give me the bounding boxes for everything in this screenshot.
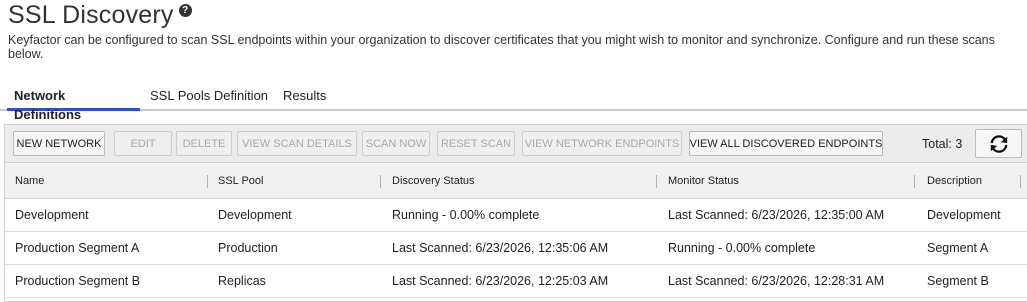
cell-ssl-pool: Replicas (218, 274, 266, 288)
table-row[interactable]: Development Development Running - 0.00% … (5, 199, 1027, 232)
tab-ssl-pools-definition[interactable]: SSL Pools Definition (143, 86, 275, 111)
column-header-name[interactable]: Name (15, 163, 44, 199)
page-description: Keyfactor can be configured to scan SSL … (8, 33, 995, 61)
table-row[interactable]: Production Segment A Production Last Sca… (5, 232, 1027, 265)
column-divider[interactable] (207, 175, 208, 188)
cell-monitor-status: Last Scanned: 6/23/2026, 12:35:00 AM (668, 208, 885, 222)
grid-toolbar: NEW NETWORK EDIT DELETE VIEW SCAN DETAIL… (5, 125, 1027, 163)
cell-name: Production Segment A (15, 241, 140, 255)
column-header-monitor-status[interactable]: Monitor Status (668, 163, 739, 199)
total-count: Total: 3 (922, 137, 963, 151)
cell-description: Segment B (927, 274, 989, 288)
tab-network-definitions[interactable]: Network Definitions (7, 86, 140, 122)
network-definitions-grid: NEW NETWORK EDIT DELETE VIEW SCAN DETAIL… (4, 124, 1027, 302)
edit-button[interactable]: EDIT (114, 131, 172, 156)
view-network-endpoints-button[interactable]: VIEW NETWORK ENDPOINTS (522, 131, 682, 156)
cell-description: Segment A (927, 241, 989, 255)
cell-ssl-pool: Production (218, 241, 278, 255)
cell-discovery-status: Running - 0.00% complete (392, 208, 540, 222)
cell-name: Development (15, 208, 89, 222)
page-title: SSL Discovery (8, 0, 174, 29)
column-divider[interactable] (380, 175, 381, 188)
tab-bar: Network Definitions SSL Pools Definition… (0, 83, 1027, 122)
refresh-button[interactable] (975, 129, 1022, 158)
column-header-description[interactable]: Description (927, 163, 982, 199)
cell-monitor-status: Last Scanned: 6/23/2026, 12:28:31 AM (668, 274, 885, 288)
column-divider[interactable] (656, 175, 657, 188)
tab-results[interactable]: Results (276, 86, 333, 111)
column-header-discovery-status[interactable]: Discovery Status (392, 163, 475, 199)
column-divider[interactable] (1020, 175, 1021, 188)
reset-scan-button[interactable]: RESET SCAN (437, 131, 515, 156)
help-icon[interactable]: ? (178, 4, 192, 17)
cell-name: Production Segment B (15, 274, 141, 288)
page-header: SSL Discovery ? (8, 0, 192, 30)
cell-description: Development (927, 208, 1001, 222)
scan-now-button[interactable]: SCAN NOW (362, 131, 430, 156)
cell-discovery-status: Last Scanned: 6/23/2026, 12:25:03 AM (392, 274, 609, 288)
delete-button[interactable]: DELETE (176, 131, 232, 156)
new-network-button[interactable]: NEW NETWORK (13, 131, 105, 156)
table-header: Name SSL Pool Discovery Status Monitor S… (5, 163, 1027, 199)
view-scan-details-button[interactable]: VIEW SCAN DETAILS (237, 131, 357, 156)
cell-ssl-pool: Development (218, 208, 292, 222)
cell-monitor-status: Running - 0.00% complete (668, 241, 816, 255)
column-divider[interactable] (914, 175, 915, 188)
cell-discovery-status: Last Scanned: 6/23/2026, 12:35:06 AM (392, 241, 609, 255)
view-all-discovered-endpoints-button[interactable]: VIEW ALL DISCOVERED ENDPOINTS (689, 131, 883, 156)
table-row[interactable]: Production Segment B Replicas Last Scann… (5, 265, 1027, 298)
column-header-ssl-pool[interactable]: SSL Pool (218, 163, 263, 199)
refresh-icon (990, 134, 1007, 153)
